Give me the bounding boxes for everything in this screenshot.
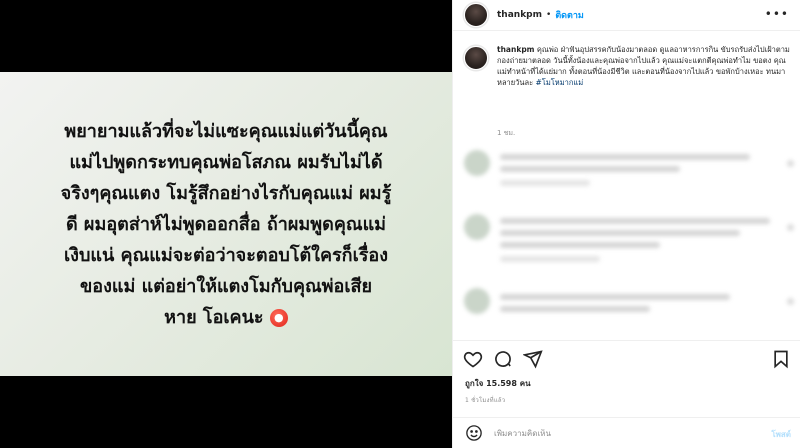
image-text-line: ของแม่ แต่อย่าให้แตงโมกับคุณพ่อเสีย	[79, 275, 373, 297]
blurred-comment	[464, 288, 794, 328]
more-horizontal-icon[interactable]: •••	[765, 8, 789, 20]
blurred-comment	[464, 214, 794, 274]
paper-plane-icon[interactable]	[522, 349, 543, 369]
caption-username[interactable]: thankpm	[497, 45, 535, 54]
blurred-comment	[464, 150, 794, 190]
caption-time: 1 ชม.	[497, 129, 516, 137]
post-comment-button[interactable]: โพสต์	[771, 428, 791, 441]
caption-body: thankpm คุณพ่อ ฝ่าฟันอุปสรรคกับน้องมาตลอ…	[497, 44, 792, 88]
image-text-line: แม่ไปพูดกระทบคุณพ่อโสภณ ผมรับไม่ได้	[69, 151, 383, 173]
comment-bar: โพสต์	[453, 417, 800, 448]
angry-face-emoji-icon: ●	[269, 308, 288, 327]
post-image-text: พยายามแล้วที่จะไม่แซะคุณแม่แต่วันนี้คุณ …	[16, 116, 436, 333]
avatar[interactable]	[464, 3, 488, 27]
follow-button[interactable]: ติดตาม	[555, 8, 584, 22]
post-timestamp[interactable]: 1 ชั่วโมงที่แล้ว	[465, 395, 505, 405]
image-text-line-last: หาย โอเคนะ ●	[16, 302, 436, 333]
bookmark-icon[interactable]	[771, 349, 791, 369]
comments-list[interactable]: thankpm คุณพ่อ ฝ่าฟันอุปสรรคกับน้องมาตลอ…	[453, 32, 800, 340]
comment-input[interactable]	[494, 428, 754, 438]
caption: thankpm คุณพ่อ ฝ่าฟันอุปสรรคกับน้องมาตลอ…	[464, 44, 794, 88]
smile-icon[interactable]	[465, 424, 483, 442]
post-actions	[453, 340, 800, 380]
post-media[interactable]: พยายามแล้วที่จะไม่แซะคุณแม่แต่วันนี้คุณ …	[0, 0, 452, 448]
post-image: พยายามแล้วที่จะไม่แซะคุณแม่แต่วันนี้คุณ …	[0, 72, 452, 376]
image-text-line: จริงๆคุณแตง โมรู้สึกอย่างไรกับคุณแม่ ผมร…	[60, 182, 392, 204]
header-username[interactable]: thankpm	[497, 10, 542, 20]
image-text-line: หาย โอเคนะ	[164, 306, 264, 328]
heart-icon[interactable]	[463, 349, 483, 369]
post-header: thankpm • ติดตาม •••	[453, 0, 800, 31]
post-side-panel: thankpm • ติดตาม ••• thankpm คุณพ่อ ฝ่าฟ…	[452, 0, 800, 448]
image-text-line: ดี ผมอุตส่าห์ไม่พูดออกสื่อ ถ้าผมพูดคุณแม…	[65, 213, 387, 235]
image-text-line: เงิบแน่ คุณแม่จะต่อว่าจะตอบโต้ใครก็เรื่อ…	[64, 244, 388, 266]
header-separator: •	[546, 10, 552, 20]
caption-avatar[interactable]	[464, 46, 488, 70]
image-text-line: พยายามแล้วที่จะไม่แซะคุณแม่แต่วันนี้คุณ	[64, 120, 388, 142]
comment-icon[interactable]	[493, 349, 513, 369]
caption-hashtag[interactable]: #โมโหมากแม่	[536, 78, 584, 87]
likes-count[interactable]: ถูกใจ 15.598 คน	[465, 377, 531, 390]
